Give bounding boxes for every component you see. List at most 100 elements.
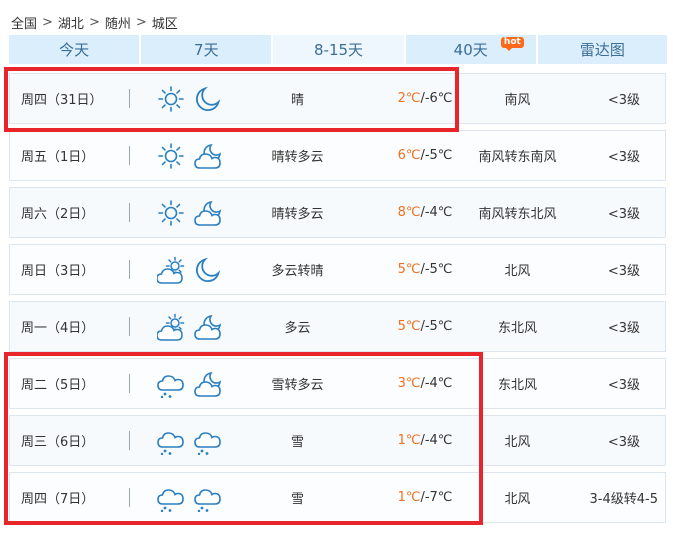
wind-direction: 北风 — [504, 264, 531, 279]
moon-icon — [196, 257, 221, 282]
moon-icon — [196, 86, 221, 111]
divider — [129, 317, 130, 336]
wind-direction: 北风 — [504, 492, 531, 507]
day-label: 周六（2日） — [21, 207, 95, 222]
tab-7-days[interactable]: 7天 — [141, 35, 272, 64]
temp-high: 5℃ — [397, 319, 421, 334]
wind-level: <3级 — [607, 378, 640, 393]
tab-label: 雷达图 — [579, 41, 625, 59]
temp-high: 8℃ — [397, 205, 421, 220]
weather-icons — [157, 131, 229, 180]
divider — [129, 488, 130, 507]
wind-level: <3级 — [607, 264, 640, 279]
temp-high: 5℃ — [397, 262, 421, 277]
breadcrumb-item[interactable]: 湖北 — [58, 13, 84, 32]
day-label: 周三（6日） — [21, 435, 95, 450]
wind-direction: 东北风 — [497, 321, 537, 336]
weather-icons — [157, 359, 229, 408]
temp-low: /-5℃ — [420, 262, 453, 277]
tab-label: 40天 — [453, 41, 488, 59]
temp-low: /-4℃ — [420, 376, 453, 391]
breadcrumb-item[interactable]: 全国 — [11, 13, 37, 32]
temp-high: 1℃ — [397, 433, 421, 448]
divider — [129, 431, 130, 450]
sun-cloud-icon — [157, 256, 185, 284]
forecast-row: 周一（4日） 多云 5℃/-5℃ 东北风 <3级 — [9, 301, 666, 352]
wind-level: <3级 — [607, 321, 640, 336]
breadcrumb-item[interactable]: 随州 — [105, 13, 131, 32]
breadcrumb: 全国 > 湖北 > 随州 > 城区 — [11, 11, 178, 33]
tab-label: 7天 — [194, 41, 219, 59]
moon-cloud-icon — [194, 371, 222, 397]
tab-8-15-days[interactable]: 8-15天 — [273, 35, 404, 64]
weather-desc: 雪转多云 — [271, 378, 324, 393]
weather-icons — [157, 302, 229, 351]
breadcrumb-item-current[interactable]: 城区 — [152, 13, 178, 32]
snow-icon — [194, 431, 221, 455]
wind-direction: 东北风 — [497, 378, 537, 393]
weather-icons — [157, 188, 229, 237]
forecast-list: 周四（31日）晴 2℃/-6℃ 南风 <3级 周五（1日） 晴转多云 6℃/-5℃ 南风转东南… — [9, 73, 666, 529]
wind-level: 3-4级转4-5 — [589, 492, 658, 507]
forecast-row: 周六（2日） 晴转多云 8℃/-4℃ 南风转东北风 <3级 — [9, 187, 666, 238]
weather-icons — [157, 245, 229, 294]
weather-desc: 雪 — [290, 435, 304, 450]
sun-icon — [158, 142, 184, 169]
divider — [129, 374, 130, 393]
wind-direction: 南风转东南风 — [478, 150, 557, 165]
forecast-row: 周四（31日） 晴 2℃/-6℃ 南风 <3级 — [9, 73, 666, 124]
hot-badge: hot — [500, 37, 524, 51]
tab-label: 今天 — [59, 41, 90, 59]
day-label: 周四（31日） — [21, 93, 103, 108]
snow-icon — [194, 488, 221, 512]
moon-cloud-icon — [194, 143, 222, 169]
divider — [129, 89, 130, 108]
forecast-row: 周四（7日） 雪 1℃/-7℃ 北风 3-4级转4-5 — [9, 472, 666, 523]
temp-high: 1℃ — [397, 490, 421, 505]
moon-cloud-icon — [194, 314, 222, 340]
sun-icon — [158, 199, 184, 226]
divider — [129, 203, 130, 222]
day-label: 周一（4日） — [21, 321, 95, 336]
wind-direction: 南风 — [504, 93, 531, 108]
temp-low: /-7℃ — [420, 490, 453, 505]
sun-cloud-icon — [157, 313, 185, 341]
day-label: 周五（1日） — [21, 150, 95, 165]
wind-level: <3级 — [607, 207, 640, 222]
forecast-row: 周五（1日） 晴转多云 6℃/-5℃ 南风转东南风 <3级 — [9, 130, 666, 181]
forecast-row: 周二（5日） 雪转多云 3℃/-4℃ 东北风 <3级 — [9, 358, 666, 409]
wind-level: <3级 — [607, 93, 640, 108]
weather-desc: 晴转多云 — [271, 150, 324, 165]
temp-low: /-6℃ — [420, 91, 453, 106]
forecast-row: 周日（3日） 多云转晴 5℃/-5℃ 北风 <3级 — [9, 244, 666, 295]
day-label: 周二（5日） — [21, 378, 95, 393]
day-label: 周四（7日） — [21, 492, 95, 507]
temp-high: 2℃ — [397, 91, 421, 106]
tab-40-days[interactable]: 40天 hot — [405, 35, 536, 64]
snow-icon — [157, 374, 184, 398]
temp-low: /-4℃ — [420, 205, 453, 220]
divider — [129, 146, 130, 165]
weather-desc: 晴转多云 — [271, 207, 324, 222]
tab-label: 8-15天 — [313, 41, 364, 59]
weather-desc: 雪 — [290, 492, 304, 507]
breadcrumb-separator: > — [88, 14, 100, 30]
weather-desc: 晴 — [290, 93, 304, 108]
breadcrumb-separator: > — [42, 14, 53, 30]
temp-low: /-4℃ — [420, 433, 453, 448]
divider — [129, 260, 130, 279]
weather-icons — [157, 416, 229, 465]
forecast-row: 周三（6日） 雪 1℃/-4℃ 北风 <3级 — [9, 415, 666, 466]
temp-high: 6℃ — [397, 148, 421, 163]
tab-radar[interactable]: 雷达图 — [537, 35, 668, 64]
weather-desc: 多云 — [284, 321, 311, 336]
tab-today[interactable]: 今天 — [9, 35, 140, 64]
wind-direction: 北风 — [504, 435, 531, 450]
weather-desc: 多云转晴 — [271, 264, 324, 279]
snow-icon — [157, 431, 184, 455]
wind-level: <3级 — [607, 150, 640, 165]
wind-level: <3级 — [607, 435, 640, 450]
snow-icon — [157, 488, 184, 512]
sun-icon — [158, 85, 184, 112]
temp-low: /-5℃ — [420, 319, 453, 334]
